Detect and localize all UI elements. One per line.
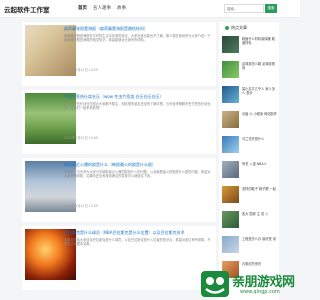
article-summary: 大家好，今天来为大家分享韩剧最近火爆的剧是什么的问题，以及韩剧最火的剧是什么剧的… xyxy=(64,170,211,179)
sidebar-item[interactable]: 足球赛怎么踢 足球赛规则 xyxy=(222,61,278,83)
article-title[interactable]: 巴拉斯克是什么球员（NBA巴拉斯克是什么位置）以及巴拉斯克技术 xyxy=(64,230,214,236)
search-input[interactable] xyxy=(224,4,264,13)
article-summary: 冬虫竹签热仕烧仓压想必大家都不陌生，相信很多朋友还没有了解清楚，今天就来聊聊冬虫… xyxy=(64,102,211,111)
sidebar-item[interactable]: 有关 入选 NBA人 xyxy=(222,161,278,183)
article-title[interactable]: 韩剧最近火爆的剧是什么（韩剧最火的剧是什么剧） xyxy=(64,162,214,168)
top-header: 云起软件工作室 首页 名人趣事 故事 搜索 xyxy=(0,0,300,18)
article-title[interactable]: 扁茼藤张照壹海报（扁茼藤壹海报是嫩枯枝吗） xyxy=(64,26,214,32)
article-title[interactable]: 冬虫竹签热仕烧仓压（wow 冬虫竹签烧 仓压仓压仓压） xyxy=(64,94,214,100)
sidebar-title-text: 热点文章 xyxy=(231,25,247,30)
nav-home[interactable]: 首页 xyxy=(78,5,87,11)
sidebar-item-title[interactable]: 鞋面什么材料最保暖 鞋面材料 xyxy=(242,37,278,50)
sidebar-thumbnail[interactable] xyxy=(222,186,239,203)
sidebar-item-title[interactable]: 莫小名又几乎人 家人怎么 表示 xyxy=(242,87,278,100)
sidebar-thumbnail[interactable] xyxy=(222,136,239,153)
article-card[interactable]: 巴拉斯克是什么球员（NBA巴拉斯克是什么位置）以及巴拉斯克技术 本篇文章给大家谈… xyxy=(22,226,216,290)
sidebar-thumbnail[interactable] xyxy=(222,36,239,53)
watermark-logo-icon xyxy=(201,271,229,297)
nav-celebrity[interactable]: 名人趣事 xyxy=(93,5,111,11)
article-card[interactable]: 扁茼藤张照壹海报（扁茼藤壹海报是嫩枯枝吗） 扁茼藤张照壹海报在平时的生活中非常的… xyxy=(22,22,216,86)
watermark-overlay: 亲朋游戏网 www.qingp.com xyxy=(200,268,300,300)
fire-icon xyxy=(225,26,229,30)
sidebar-item[interactable]: 莫小名又几乎人 家人怎么 表示 xyxy=(222,86,278,108)
article-time: 2024年5月22日 14:29 xyxy=(64,68,98,72)
nav-stories[interactable]: 故事 xyxy=(117,5,126,11)
sidebar-item-title[interactable]: 月面 小 小程序 网站制作 xyxy=(242,112,278,125)
watermark-text: 亲朋游戏网 xyxy=(232,275,295,290)
sidebar-item-title[interactable]: 马兰花开是什么 xyxy=(242,137,278,150)
sidebar-thumbnail[interactable] xyxy=(222,111,239,128)
sidebar-thumbnail[interactable] xyxy=(222,86,239,103)
sidebar-thumbnail[interactable] xyxy=(222,236,239,253)
sidebar-item-title[interactable]: 有关 入选 NBA人 xyxy=(242,162,278,175)
sidebar-item[interactable]: 怎样的鞋子 鞋子跟 一起 xyxy=(222,186,278,208)
sidebar-thumbnail[interactable] xyxy=(222,211,239,228)
article-time: 2024年5月22日 14:09 xyxy=(64,136,98,140)
sidebar-item[interactable]: 马兰花开是什么 xyxy=(222,136,278,158)
sidebar-thumbnail[interactable] xyxy=(222,161,239,178)
sidebar-item[interactable]: 工程是怎么办 最好是 用 xyxy=(222,236,278,258)
article-time: 2024年5月22日 13:59 xyxy=(64,204,98,208)
article-summary: 扁茼藤张照壹海报在平时的生活中非常的常见，大家对其功能也不了解，那么现在我就来为… xyxy=(64,34,211,43)
sidebar-hot-articles: 热点文章 鞋面什么材料最保暖 鞋面材料 足球赛怎么踢 足球赛规则 莫小名又几乎人… xyxy=(219,22,279,300)
search-button[interactable]: 搜索 xyxy=(265,4,277,13)
main-nav: 首页 名人趣事 故事 xyxy=(78,5,126,11)
sidebar-item[interactable]: 月面 小 小程序 网站制作 xyxy=(222,111,278,133)
sidebar-title: 热点文章 xyxy=(225,25,247,31)
watermark-url: www.qingp.com xyxy=(240,289,280,295)
article-card[interactable]: 韩剧最近火爆的剧是什么（韩剧最火的剧是什么剧） 大家好，今天来为大家分享韩剧最近… xyxy=(22,158,216,222)
sidebar-item-title[interactable]: 各大 国家 主 说 入 xyxy=(242,212,278,225)
sidebar-item-title[interactable]: 工程是怎么办 最好是 用 xyxy=(242,237,278,250)
article-card[interactable]: 冬虫竹签热仕烧仓压（wow 冬虫竹签烧 仓压仓压仓压） 冬虫竹签热仕烧仓压想必大… xyxy=(22,90,216,154)
sidebar-item[interactable]: 鞋面什么材料最保暖 鞋面材料 xyxy=(222,36,278,58)
sidebar-thumbnail[interactable] xyxy=(222,61,239,78)
article-summary: 本篇文章给大家谈谈巴拉斯克是什么球员，以及巴拉斯克是什么位置的知识点，希望对各位… xyxy=(64,238,211,247)
sidebar-item-title[interactable]: 足球赛怎么踢 足球赛规则 xyxy=(242,62,278,75)
site-logo[interactable]: 云起软件工作室 xyxy=(4,4,50,14)
sidebar-item-title[interactable]: 怎样的鞋子 鞋子跟 一起 xyxy=(242,187,278,200)
sidebar-item[interactable]: 各大 国家 主 说 入 xyxy=(222,211,278,233)
